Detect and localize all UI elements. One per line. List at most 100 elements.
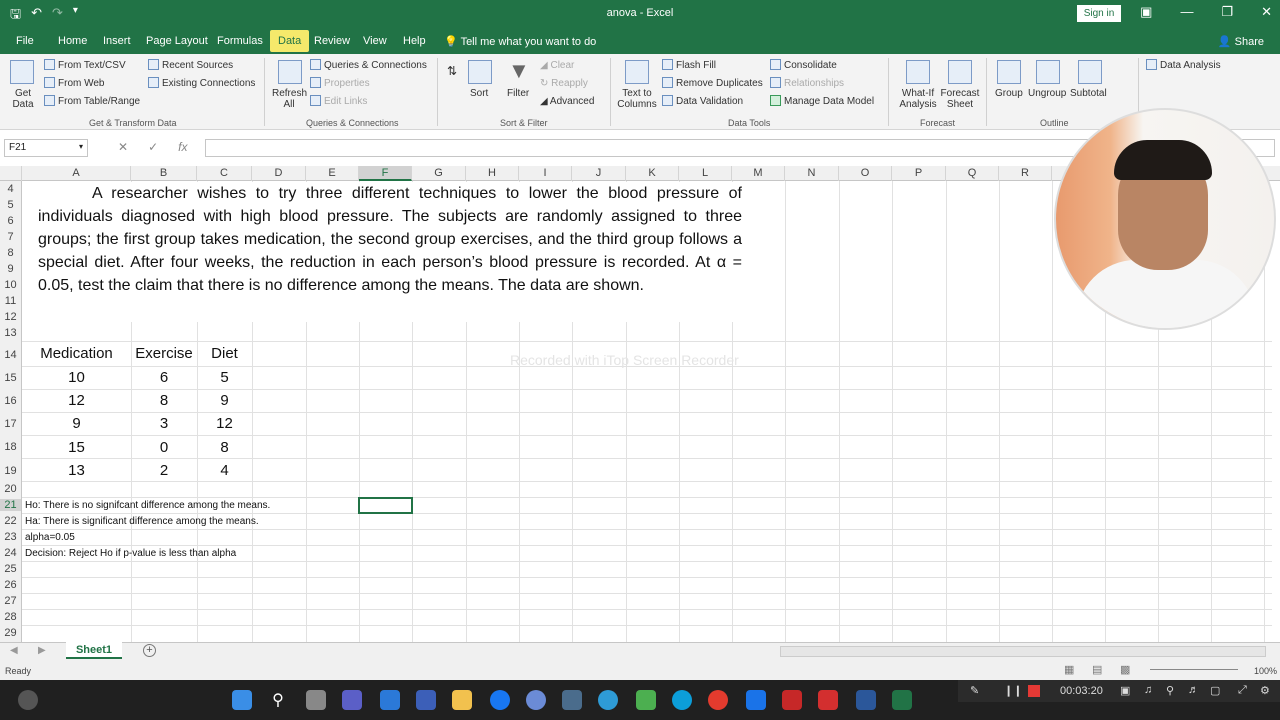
group-button[interactable]: Group	[995, 88, 1023, 99]
edit-links-button[interactable]: Edit Links	[310, 95, 367, 107]
column-header-n[interactable]: N	[785, 166, 839, 181]
relationships-button[interactable]: Relationships	[770, 77, 844, 89]
edge-icon[interactable]	[672, 690, 692, 710]
table-cell[interactable]: 13	[22, 462, 131, 479]
table-cell[interactable]: 12	[22, 392, 131, 409]
zoom-level[interactable]: 100%	[1254, 666, 1277, 676]
tab-formulas[interactable]: Formulas	[217, 35, 263, 47]
consolidate-button[interactable]: Consolidate	[770, 59, 837, 71]
from-web-button[interactable]: From Web	[44, 77, 105, 89]
row-header[interactable]: 22	[0, 515, 21, 527]
row-header[interactable]: 13	[0, 327, 21, 339]
pause-icon[interactable]: ❙❙	[1004, 684, 1022, 697]
tell-me-search[interactable]: 💡 Tell me what you want to do	[444, 35, 596, 48]
table-cell[interactable]: 9	[197, 392, 252, 409]
column-header-b[interactable]: B	[131, 166, 197, 181]
table-header-diet[interactable]: Diet	[197, 345, 252, 362]
column-header-a[interactable]: A	[22, 166, 131, 181]
column-header-c[interactable]: C	[197, 166, 252, 181]
column-header-e[interactable]: E	[306, 166, 359, 181]
decision-cell[interactable]: Decision: Reject Ho if p-value is less t…	[25, 548, 236, 559]
table-cell[interactable]: 12	[197, 415, 252, 432]
table-header-medication[interactable]: Medication	[22, 345, 131, 362]
word-icon[interactable]	[856, 690, 876, 710]
cancel-icon[interactable]: ✕	[118, 140, 128, 154]
teams-icon[interactable]	[342, 690, 362, 710]
row-header[interactable]: 7	[0, 231, 21, 243]
column-header-p[interactable]: P	[892, 166, 946, 181]
table-cell[interactable]: 8	[131, 392, 197, 409]
shield-icon[interactable]	[746, 690, 766, 710]
recent-sources-button[interactable]: Recent Sources	[148, 59, 233, 71]
data-validation-button[interactable]: Data Validation	[662, 95, 743, 107]
selected-cell[interactable]	[358, 497, 413, 514]
normal-view-icon[interactable]: ▦	[1064, 663, 1074, 676]
table-cell[interactable]: 6	[131, 369, 197, 386]
file-explorer-icon[interactable]	[452, 690, 472, 710]
restore-button[interactable]: ❐	[1221, 4, 1233, 20]
chrome-icon[interactable]	[708, 690, 728, 710]
chat-icon[interactable]	[562, 690, 582, 710]
stop-icon[interactable]	[1028, 685, 1040, 697]
row-header[interactable]: 14	[0, 349, 21, 361]
get-data-button[interactable]: Get Data	[10, 88, 36, 110]
row-header[interactable]: 25	[0, 563, 21, 575]
column-header-m[interactable]: M	[732, 166, 785, 181]
alt-hypothesis-cell[interactable]: Ha: There is significant difference amon…	[25, 516, 259, 527]
column-header-r[interactable]: R	[999, 166, 1052, 181]
pen-icon[interactable]: ✎	[970, 684, 979, 697]
horizontal-scrollbar[interactable]	[780, 646, 1266, 657]
null-hypothesis-cell[interactable]: Ho: There is no signifcant difference am…	[25, 500, 270, 511]
row-header[interactable]: 6	[0, 215, 21, 227]
column-header-j[interactable]: J	[572, 166, 626, 181]
row-header[interactable]: 10	[0, 279, 21, 291]
existing-connections-button[interactable]: Existing Connections	[148, 77, 255, 89]
clear-button[interactable]: ◢ Clear	[540, 60, 574, 71]
pdf-icon[interactable]	[818, 690, 838, 710]
tab-help[interactable]: Help	[403, 35, 426, 47]
scroll-left-icon[interactable]: ◀	[10, 645, 18, 656]
tab-file[interactable]: File	[16, 35, 34, 47]
row-header[interactable]: 23	[0, 531, 21, 543]
column-header-l[interactable]: L	[679, 166, 732, 181]
row-header[interactable]: 26	[0, 579, 21, 591]
filter-button[interactable]: Filter	[507, 88, 529, 99]
row-header[interactable]: 5	[0, 199, 21, 211]
what-if-analysis-button[interactable]: What-If Analysis	[895, 88, 941, 110]
facebook-icon[interactable]	[490, 690, 510, 710]
data-analysis-button[interactable]: Data Analysis	[1146, 59, 1221, 71]
start-icon[interactable]	[232, 690, 252, 710]
tab-review[interactable]: Review	[314, 35, 350, 47]
globe-icon[interactable]	[598, 690, 618, 710]
sort-button[interactable]: Sort	[470, 88, 488, 99]
table-cell[interactable]: 0	[131, 439, 197, 456]
search-icon[interactable]: ⚲	[268, 690, 288, 710]
column-header-o[interactable]: O	[839, 166, 892, 181]
add-sheet-button[interactable]: +	[143, 644, 156, 657]
row-header[interactable]: 18	[0, 441, 21, 453]
table-cell[interactable]: 10	[22, 369, 131, 386]
page-break-view-icon[interactable]: ▩	[1120, 663, 1130, 676]
microphone-icon[interactable]: ♫	[1144, 684, 1152, 696]
page-layout-view-icon[interactable]: ▤	[1092, 663, 1102, 676]
zoom-icon[interactable]: ⚲	[1166, 684, 1174, 697]
table-cell[interactable]: 5	[197, 369, 252, 386]
name-box[interactable]: F21 ▾	[4, 139, 88, 157]
row-header[interactable]: 28	[0, 611, 21, 623]
row-header[interactable]: 8	[0, 247, 21, 259]
row-header[interactable]: 4	[0, 183, 21, 195]
minimize-button[interactable]: —	[1180, 4, 1193, 20]
task-view-icon[interactable]	[306, 690, 326, 710]
store-icon[interactable]	[380, 690, 400, 710]
share-button[interactable]: 👤 Share	[1218, 35, 1264, 48]
column-header-d[interactable]: D	[252, 166, 306, 181]
tab-insert[interactable]: Insert	[103, 35, 131, 47]
sort-az-icon[interactable]: ⇅	[447, 64, 457, 78]
zoom-slider[interactable]	[1150, 669, 1238, 670]
table-cell[interactable]: 9	[22, 415, 131, 432]
row-header[interactable]: 16	[0, 395, 21, 407]
sign-in-button[interactable]: Sign in	[1077, 5, 1121, 22]
table-header-exercise[interactable]: Exercise	[131, 345, 197, 362]
tab-data[interactable]: Data	[270, 30, 310, 52]
recorder-app-icon[interactable]	[782, 690, 802, 710]
